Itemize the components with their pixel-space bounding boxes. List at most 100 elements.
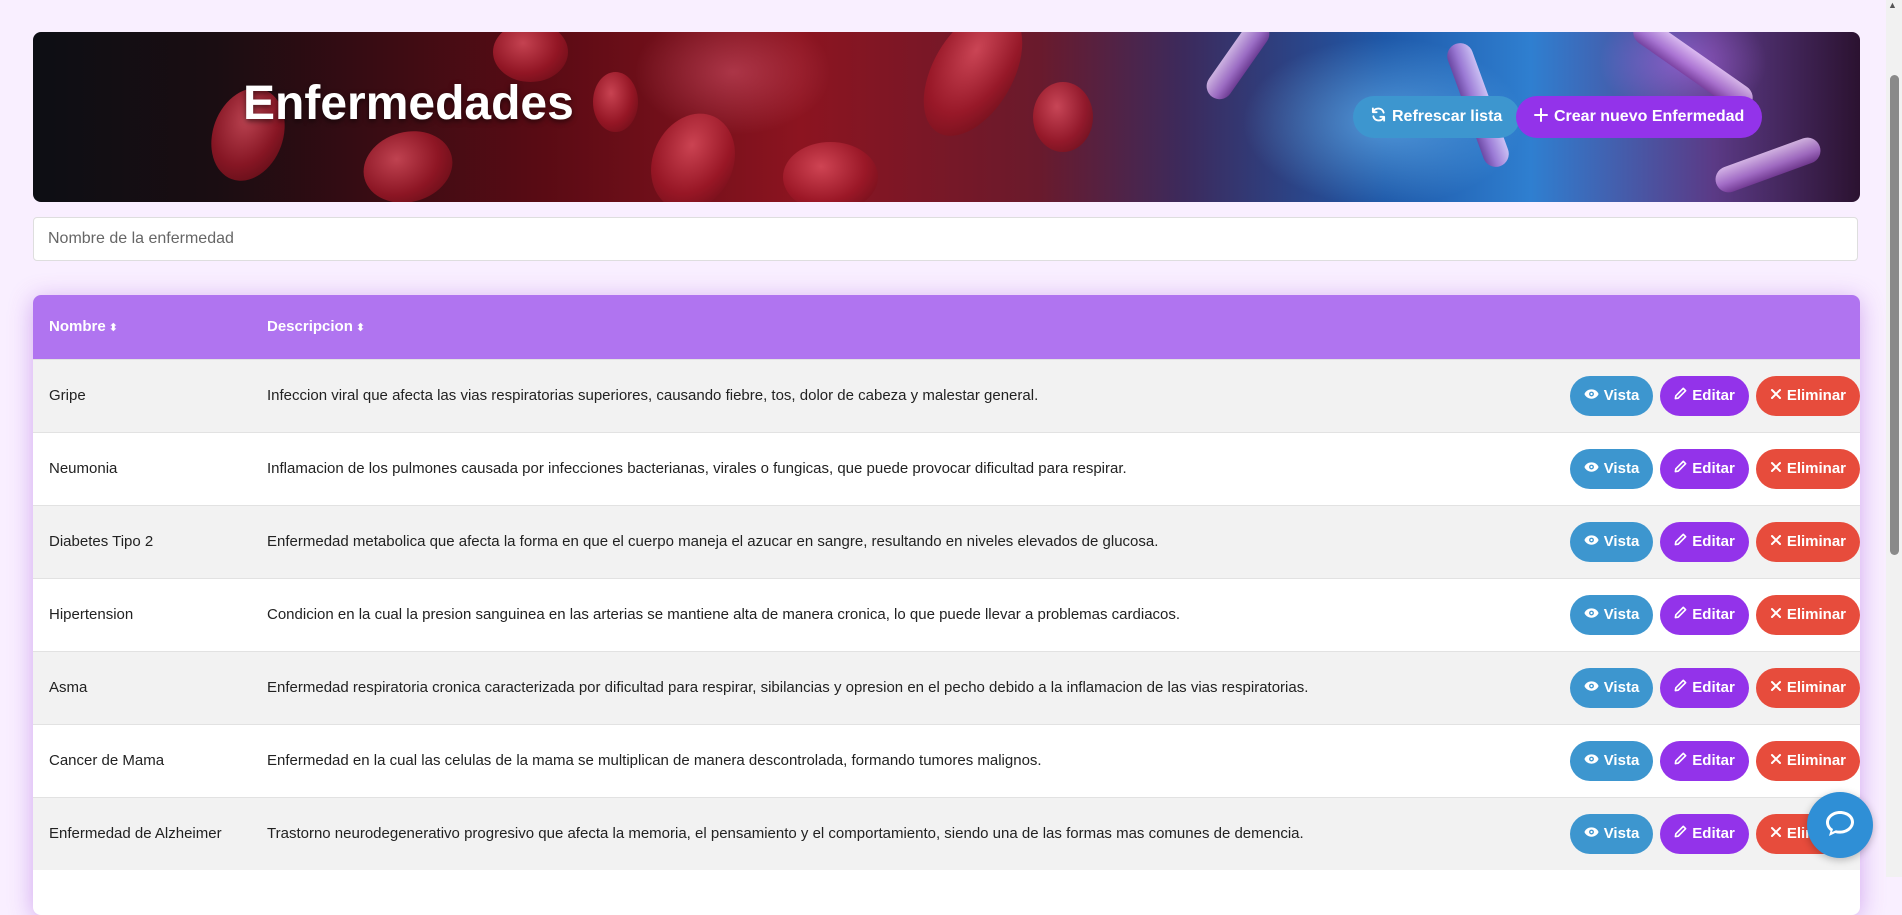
delete-label: Eliminar: [1786, 533, 1846, 550]
page-title: Enfermedades: [243, 77, 574, 130]
disease-description: Trastorno neurodegenerativo progresivo q…: [267, 825, 1304, 843]
pencil-icon: [1674, 387, 1687, 404]
delete-label: Eliminar: [1786, 460, 1846, 477]
scrollbar-thumb[interactable]: [1890, 75, 1899, 555]
plus-icon: [1534, 107, 1548, 127]
view-button[interactable]: Vista: [1569, 740, 1654, 781]
pencil-icon: [1674, 679, 1687, 696]
table-body: Gripe Infeccion viral que afecta las via…: [33, 359, 1860, 870]
main-container: Enfermedades Refrescar lista Crear nuevo…: [33, 32, 1860, 915]
view-label: Vista: [1603, 387, 1640, 404]
view-label: Vista: [1603, 606, 1640, 623]
view-button[interactable]: Vista: [1569, 521, 1654, 562]
edit-button[interactable]: Editar: [1660, 667, 1749, 708]
column-header-label: Descripcion: [267, 318, 353, 336]
sort-icon: ⬍: [355, 322, 366, 335]
header-banner: Enfermedades Refrescar lista Crear nuevo…: [33, 32, 1860, 202]
eye-icon: [1584, 679, 1599, 696]
x-icon: [1770, 387, 1782, 404]
view-button[interactable]: Vista: [1569, 375, 1654, 416]
create-disease-label: Crear nuevo Enfermedad: [1554, 108, 1745, 125]
edit-button[interactable]: Editar: [1660, 813, 1749, 854]
delete-button[interactable]: Eliminar: [1755, 375, 1860, 416]
table-row: Neumonia Inflamacion de los pulmones cau…: [33, 432, 1860, 505]
view-button[interactable]: Vista: [1569, 667, 1654, 708]
row-actions: Vista Editar Eliminar: [1569, 578, 1860, 651]
eye-icon: [1584, 606, 1599, 623]
edit-button[interactable]: Editar: [1660, 521, 1749, 562]
refresh-list-label: Refrescar lista: [1392, 108, 1503, 125]
column-header-label: Nombre: [49, 318, 106, 336]
row-actions: Vista Editar Eliminar: [1569, 651, 1860, 724]
view-button[interactable]: Vista: [1569, 448, 1654, 489]
banner-decoration: [1711, 133, 1825, 197]
x-icon: [1770, 752, 1782, 769]
eye-icon: [1584, 387, 1599, 404]
edit-button[interactable]: Editar: [1660, 448, 1749, 489]
banner-decoration: [1033, 82, 1093, 152]
disease-description: Enfermedad en la cual las celulas de la …: [267, 752, 1042, 769]
disease-name: Gripe: [49, 387, 86, 404]
edit-button[interactable]: Editar: [1660, 740, 1749, 781]
view-label: Vista: [1603, 460, 1640, 477]
edit-label: Editar: [1692, 387, 1735, 404]
delete-label: Eliminar: [1786, 387, 1846, 404]
delete-button[interactable]: Eliminar: [1755, 594, 1860, 635]
banner-decoration: [593, 72, 638, 132]
disease-description: Enfermedad respiratoria cronica caracter…: [267, 679, 1309, 696]
view-button[interactable]: Vista: [1569, 813, 1654, 854]
pencil-icon: [1674, 825, 1687, 842]
table-row: Asma Enfermedad respiratoria cronica car…: [33, 651, 1860, 724]
edit-button[interactable]: Editar: [1660, 594, 1749, 635]
table-row: Gripe Infeccion viral que afecta las via…: [33, 359, 1860, 432]
edit-label: Editar: [1692, 533, 1735, 550]
x-icon: [1770, 460, 1782, 477]
banner-decoration: [783, 142, 878, 202]
edit-button[interactable]: Editar: [1660, 375, 1749, 416]
banner-decoration: [1201, 32, 1275, 105]
column-header-descripcion[interactable]: Descripcion ⬍: [267, 295, 1570, 359]
delete-button[interactable]: Eliminar: [1755, 448, 1860, 489]
banner-decoration: [635, 99, 751, 202]
diseases-table: Nombre ⬍ Descripcion ⬍ Gripe Infeccion vir…: [33, 295, 1860, 915]
edit-label: Editar: [1692, 606, 1735, 623]
chat-button[interactable]: [1807, 792, 1873, 858]
delete-button[interactable]: Eliminar: [1755, 667, 1860, 708]
disease-name: Cancer de Mama: [49, 752, 165, 769]
x-icon: [1770, 533, 1782, 550]
disease-name: Neumonia: [49, 460, 118, 477]
x-icon: [1770, 679, 1782, 696]
x-icon: [1770, 825, 1782, 842]
column-header-nombre[interactable]: Nombre ⬍: [33, 295, 267, 359]
pencil-icon: [1674, 752, 1687, 769]
view-button[interactable]: Vista: [1569, 594, 1654, 635]
delete-label: Eliminar: [1786, 606, 1846, 623]
row-actions: Vista Editar Eliminar: [1569, 432, 1860, 505]
eye-icon: [1584, 752, 1599, 769]
scroll-up-arrow-icon[interactable]: ▲: [1888, 0, 1897, 10]
table-row: Cancer de Mama Enfermedad en la cual las…: [33, 724, 1860, 797]
view-label: Vista: [1603, 533, 1640, 550]
table-header-row: Nombre ⬍ Descripcion ⬍: [33, 295, 1860, 359]
column-header-actions: [1570, 295, 1860, 359]
search-input[interactable]: [33, 217, 1858, 261]
delete-label: Eliminar: [1786, 679, 1846, 696]
row-actions: Vista Editar Eliminar: [1569, 359, 1860, 432]
disease-name: Diabetes Tipo 2: [49, 533, 154, 550]
disease-description: Enfermedad metabolica que afecta la form…: [267, 533, 1159, 550]
chat-icon: [1823, 806, 1857, 845]
create-disease-button[interactable]: Crear nuevo Enfermedad: [1516, 96, 1763, 138]
eye-icon: [1584, 533, 1599, 550]
edit-label: Editar: [1692, 752, 1735, 769]
delete-button[interactable]: Eliminar: [1755, 521, 1860, 562]
edit-label: Editar: [1692, 460, 1735, 477]
refresh-list-button[interactable]: Refrescar lista: [1353, 96, 1521, 138]
delete-button[interactable]: Eliminar: [1755, 740, 1860, 781]
table-row: Enfermedad de Alzheimer Trastorno neurod…: [33, 797, 1860, 870]
delete-label: Eliminar: [1786, 752, 1846, 769]
page-scrollbar[interactable]: ▲: [1886, 0, 1902, 877]
disease-description: Infeccion viral que afecta las vias resp…: [267, 387, 1039, 404]
edit-label: Editar: [1692, 679, 1735, 696]
banner-decoration: [355, 121, 461, 202]
disease-name: Asma: [49, 679, 88, 696]
